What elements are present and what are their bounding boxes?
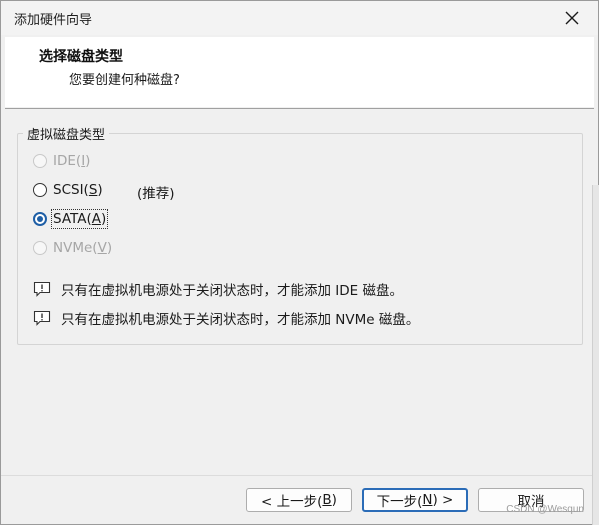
page-title: 选择磁盘类型 bbox=[39, 49, 123, 65]
disk-type-group-label: 虚拟磁盘类型 bbox=[23, 124, 110, 143]
info-message-ide: 只有在虚拟机电源处于关闭状态时，才能添加 IDE 磁盘。 bbox=[33, 279, 403, 299]
close-button[interactable] bbox=[552, 3, 592, 33]
back-button[interactable]: < 上一步(B) bbox=[246, 488, 352, 512]
info-message-text: 只有在虚拟机电源处于关闭状态时，才能添加 IDE 磁盘。 bbox=[61, 283, 403, 299]
radio-button-scsi[interactable] bbox=[33, 183, 47, 197]
add-hardware-wizard-dialog: 添加硬件向导 选择磁盘类型 您要创建何种磁盘? 虚拟磁盘类型 IDE(I) SC… bbox=[0, 0, 599, 525]
radio-label-scsi[interactable]: SCSI(S) bbox=[53, 182, 103, 198]
window-title: 添加硬件向导 bbox=[14, 13, 93, 28]
page-subtitle: 您要创建何种磁盘? bbox=[69, 73, 180, 88]
info-message-text: 只有在虚拟机电源处于关闭状态时，才能添加 NVMe 磁盘。 bbox=[61, 312, 420, 328]
radio-option-ide: IDE(I) bbox=[33, 151, 90, 171]
radio-label-sata[interactable]: SATA(A) bbox=[50, 209, 109, 229]
header-divider bbox=[5, 108, 594, 109]
watermark: CSDN @Wesqun bbox=[506, 504, 584, 515]
background-window-edge bbox=[592, 185, 599, 525]
radio-label-ide: IDE(I) bbox=[53, 153, 91, 169]
close-icon bbox=[565, 11, 579, 25]
wizard-header: 选择磁盘类型 您要创建何种磁盘? bbox=[5, 37, 594, 107]
recommended-note: (推荐) bbox=[137, 186, 175, 202]
radio-button-ide bbox=[33, 154, 47, 168]
radio-button-sata[interactable] bbox=[33, 212, 47, 226]
title-bar: 添加硬件向导 bbox=[1, 1, 598, 35]
next-button[interactable]: 下一步(N) > bbox=[362, 488, 468, 512]
info-message-icon bbox=[33, 310, 51, 326]
radio-label-nvme: NVMe(V) bbox=[53, 240, 113, 256]
radio-button-nvme bbox=[33, 241, 47, 255]
info-message-nvme: 只有在虚拟机电源处于关闭状态时，才能添加 NVMe 磁盘。 bbox=[33, 308, 419, 328]
radio-option-nvme: NVMe(V) bbox=[33, 238, 112, 258]
radio-option-sata[interactable]: SATA(A) bbox=[33, 209, 109, 229]
footer-divider bbox=[1, 475, 598, 476]
radio-option-scsi[interactable]: SCSI(S) bbox=[33, 180, 103, 200]
info-message-icon bbox=[33, 281, 51, 297]
